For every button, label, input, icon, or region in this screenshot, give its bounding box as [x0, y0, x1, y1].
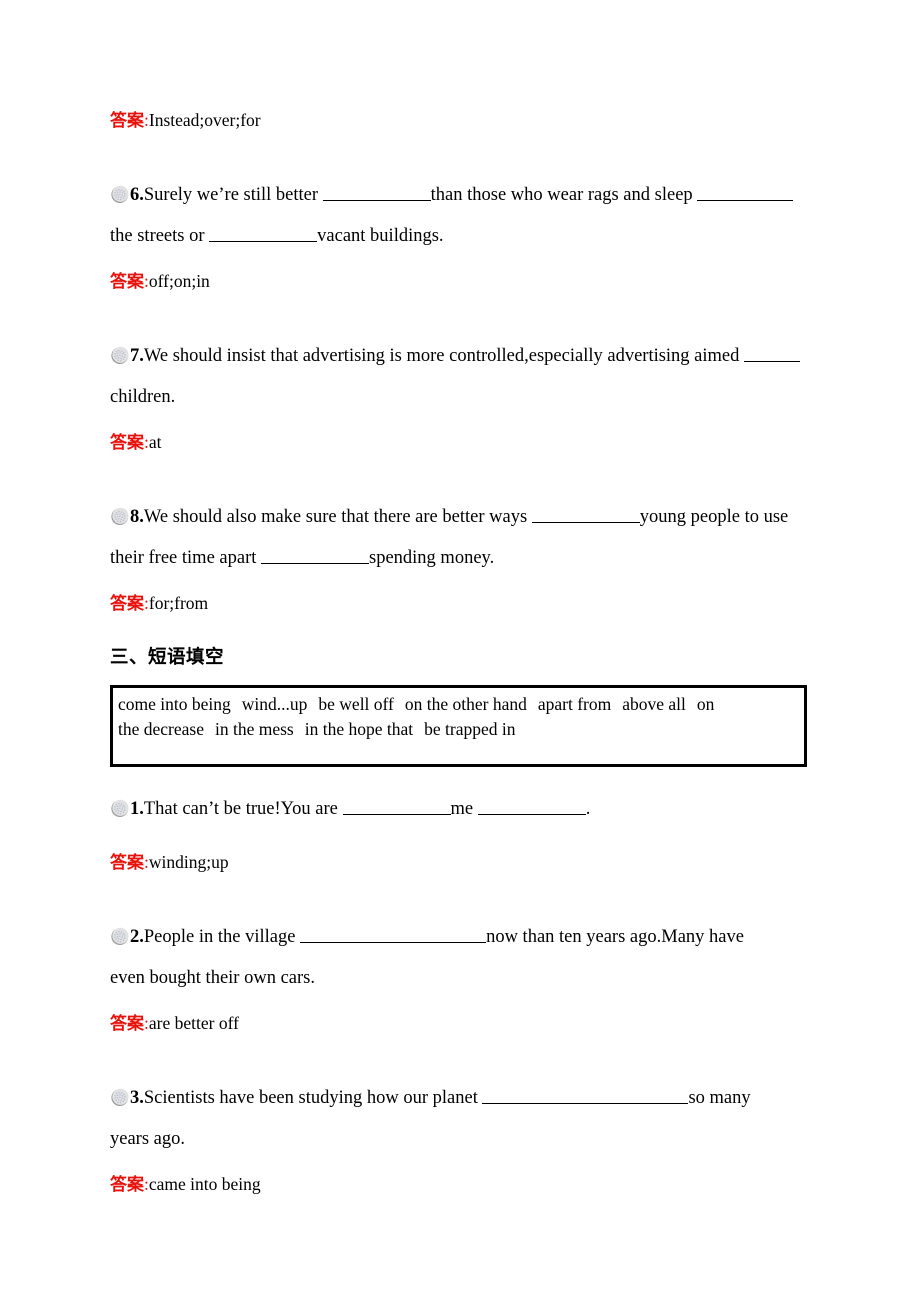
phrase-text-3-c: years ago. [110, 1129, 185, 1149]
phrase-number-3: 3. [130, 1088, 144, 1108]
fill-blank[interactable] [342, 797, 451, 815]
document-content: 答案:Instead;over;for 6.Surely we’re still… [110, 110, 810, 1195]
answer-line-6: 答案:off;on;in [110, 271, 810, 292]
fill-blank[interactable] [300, 925, 487, 943]
word-bank-line-2: the decrease in the mess in the hope that b… [118, 717, 799, 742]
section-heading-three: 三、短语填空 [110, 647, 225, 668]
answer-text-p3: came into being [148, 1174, 261, 1194]
word-bank-term[interactable]: in the hope that [305, 719, 413, 739]
question-number-8: 8. [130, 507, 144, 527]
answer-label: 答案 [110, 853, 144, 873]
word-bank-term[interactable]: be trapped in [424, 719, 515, 739]
phrase-text-2-c: even bought their own cars. [110, 968, 315, 988]
phrase-text-2-b: now than ten years ago.Many have [486, 927, 744, 947]
answer-line-5: 答案:Instead;over;for [110, 110, 810, 131]
fill-blank[interactable] [209, 224, 318, 242]
answer-text-8: for;from [148, 593, 209, 613]
answer-line-p1: 答案:winding;up [110, 852, 810, 873]
question-text-6-b: than those who wear rags and sleep [430, 185, 698, 205]
phrase-text-1-b: me [450, 799, 478, 819]
answer-label: 答案 [110, 272, 144, 292]
question-text-8-b: young people to use [639, 507, 789, 527]
phrase-text-3-a: Scientists have been studying how our pl… [143, 1088, 483, 1108]
word-bank-line-1: come into being wind...up be well off on th… [118, 692, 799, 717]
fill-blank[interactable] [261, 546, 369, 564]
phrase-item-3: 3.Scientists have been studying how our … [110, 1078, 810, 1160]
dotted-sphere-bullet-icon [110, 346, 129, 365]
question-item-7: 7.We should insist that advertising is m… [110, 336, 810, 418]
question-item-6: 6.Surely we’re still better than those w… [110, 175, 810, 257]
answer-text-6: off;on;in [148, 271, 210, 291]
document-page: 答案:Instead;over;for 6.Surely we’re still… [0, 0, 920, 1302]
question-number-6: 6. [130, 185, 144, 205]
word-bank-term[interactable]: above all [622, 694, 686, 714]
answer-line-p2: 答案:are better off [110, 1013, 810, 1034]
fill-blank[interactable] [697, 183, 794, 201]
word-bank-term[interactable]: in the mess [215, 719, 294, 739]
word-bank-term[interactable]: the decrease [118, 719, 204, 739]
answer-label: 答案 [110, 1175, 144, 1195]
answer-text-p1: winding;up [148, 852, 229, 872]
answer-line-7: 答案:at [110, 432, 810, 453]
phrase-number-2: 2. [130, 927, 144, 947]
dotted-sphere-bullet-icon [110, 927, 129, 946]
dotted-sphere-bullet-icon [110, 1088, 129, 1107]
fill-blank[interactable] [744, 344, 801, 362]
question-text-7-b: children. [110, 387, 176, 407]
word-bank-term[interactable]: be well off [318, 694, 394, 714]
fill-blank[interactable] [322, 183, 431, 201]
answer-text-5: Instead;over;for [148, 110, 261, 130]
answer-line-8: 答案:for;from [110, 593, 810, 614]
question-text-6-d: vacant buildings. [317, 226, 444, 246]
question-text-7-a: We should insist that advertising is mor… [143, 346, 745, 366]
phrase-text-2-a: People in the village [143, 927, 301, 947]
phrase-text-1-c: . [585, 799, 591, 819]
question-text-8-d: spending money. [369, 548, 495, 568]
fill-blank[interactable] [477, 797, 586, 815]
phrase-item-2: 2.People in the village now than ten yea… [110, 917, 810, 999]
question-item-8: 8.We should also make sure that there ar… [110, 497, 810, 579]
fill-blank[interactable] [531, 505, 640, 523]
dotted-sphere-bullet-icon [110, 507, 129, 526]
answer-label: 答案 [110, 594, 144, 614]
word-bank-box: come into being wind...up be well off on th… [110, 685, 807, 767]
question-text-6-a: Surely we’re still better [143, 185, 323, 205]
fill-blank[interactable] [482, 1086, 689, 1104]
question-number-7: 7. [130, 346, 144, 366]
answer-text-p2: are better off [148, 1013, 239, 1033]
question-text-8-c: their free time apart [110, 548, 261, 568]
word-bank-term[interactable]: on [697, 694, 715, 714]
answer-label: 答案 [110, 433, 144, 453]
word-bank-term[interactable]: on the other hand [405, 694, 527, 714]
question-text-8-a: We should also make sure that there are … [143, 507, 532, 527]
word-bank-term[interactable]: apart from [538, 694, 611, 714]
dotted-sphere-bullet-icon [110, 185, 129, 204]
answer-label: 答案 [110, 1014, 144, 1034]
answer-text-7: at [148, 432, 162, 452]
word-bank-term[interactable]: wind...up [242, 694, 308, 714]
answer-label: 答案 [110, 111, 144, 131]
question-text-6-c: the streets or [110, 226, 210, 246]
phrase-number-1: 1. [130, 799, 144, 819]
phrase-text-1-a: That can’t be true!You are [143, 799, 343, 819]
word-bank-term[interactable]: come into being [118, 694, 231, 714]
answer-line-p3: 答案:came into being [110, 1174, 810, 1195]
phrase-item-1: 1.That can’t be true!You are me . [110, 789, 810, 830]
dotted-sphere-bullet-icon [110, 799, 129, 818]
phrase-text-3-b: so many [688, 1088, 751, 1108]
